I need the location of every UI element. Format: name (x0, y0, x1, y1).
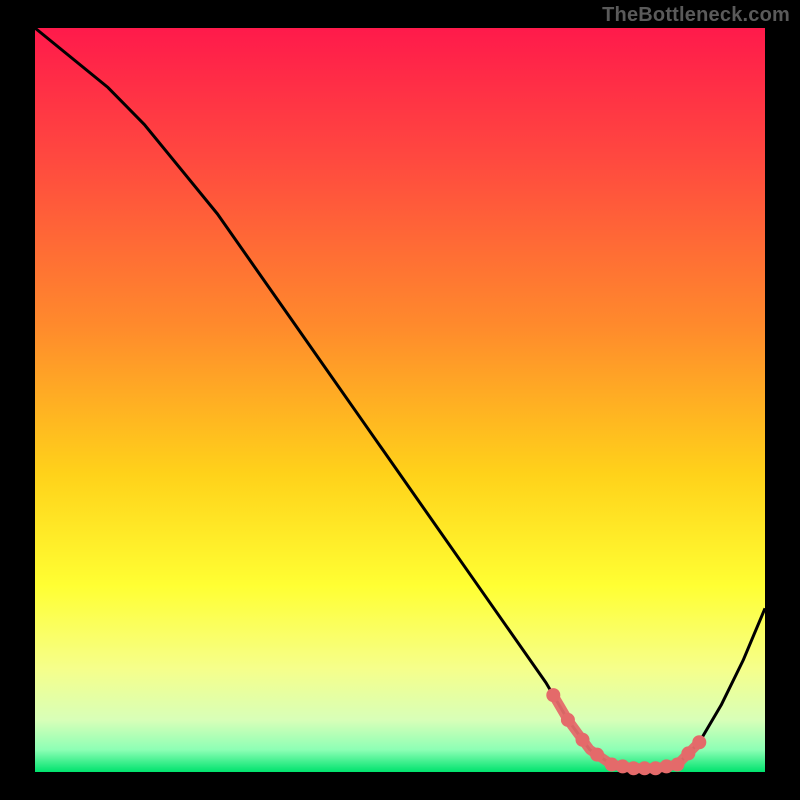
highlight-dot (670, 758, 684, 772)
bottleneck-chart (0, 0, 800, 800)
highlight-dot (561, 713, 575, 727)
highlight-dot (590, 748, 604, 762)
highlight-dot (576, 733, 590, 747)
plot-background (35, 28, 765, 772)
chart-frame: TheBottleneck.com (0, 0, 800, 800)
highlight-dot (692, 735, 706, 749)
highlight-dot (681, 746, 695, 760)
highlight-dot (546, 688, 560, 702)
